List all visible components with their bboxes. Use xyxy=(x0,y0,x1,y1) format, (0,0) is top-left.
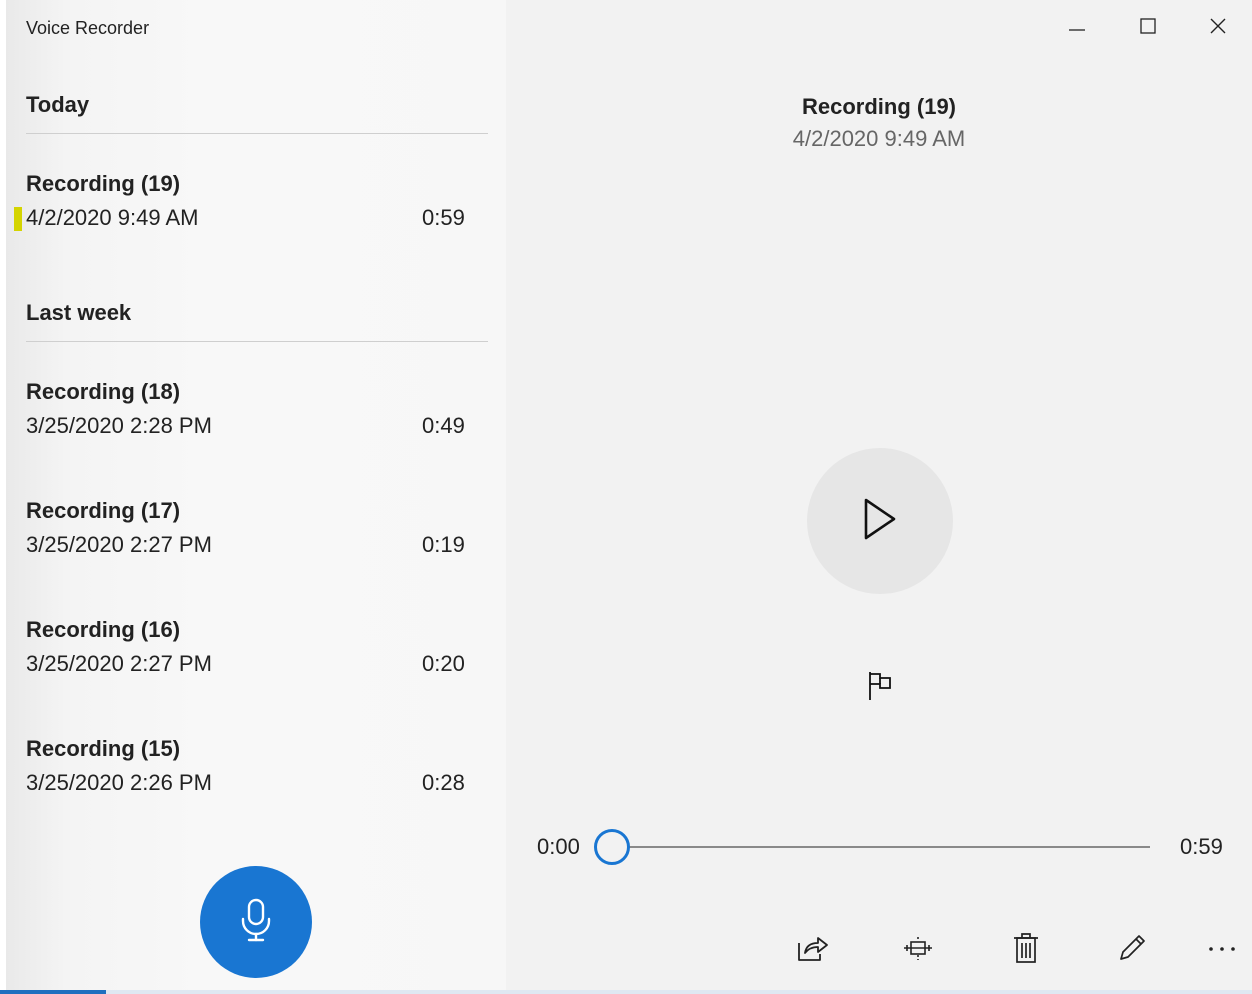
close-icon xyxy=(1209,17,1227,40)
playback-pane: Recording (19) 4/2/2020 9:49 AM 0:00 0:5 xyxy=(506,0,1252,990)
recording-date: 3/25/2020 2:28 PM xyxy=(26,413,212,438)
recording-list-item[interactable]: Recording (19) 4/2/2020 9:49 AM 0:59 xyxy=(6,171,506,261)
microphone-icon xyxy=(236,897,276,948)
share-button[interactable] xyxy=(789,926,837,974)
trim-button[interactable] xyxy=(894,926,942,974)
recording-duration: 0:59 xyxy=(422,205,465,230)
recordings-pane: Voice Recorder Today Recording (19) 4/2/… xyxy=(6,0,506,990)
recording-date: 4/2/2020 9:49 AM xyxy=(26,205,199,230)
group-header-last-week: Last week xyxy=(26,300,132,325)
minimize-button[interactable] xyxy=(1054,10,1100,46)
trim-icon xyxy=(901,933,935,968)
recording-list-item[interactable]: Recording (17) 3/25/2020 2:27 PM 0:19 xyxy=(6,498,506,588)
taskbar-accent xyxy=(0,990,106,994)
recording-name: Recording (18) xyxy=(26,379,181,404)
play-icon xyxy=(860,496,900,547)
recording-duration: 0:28 xyxy=(422,770,465,795)
maximize-icon xyxy=(1139,17,1157,40)
recording-duration: 0:20 xyxy=(422,651,465,676)
timeline-thumb[interactable] xyxy=(594,829,630,865)
recording-name: Recording (15) xyxy=(26,736,181,761)
recording-date: 3/25/2020 2:27 PM xyxy=(26,532,212,557)
recording-duration: 0:19 xyxy=(422,532,465,557)
app-title: Voice Recorder xyxy=(26,18,150,38)
delete-button[interactable] xyxy=(1002,926,1050,974)
recording-date: 3/25/2020 2:26 PM xyxy=(26,770,212,795)
group-header-today: Today xyxy=(26,92,90,117)
total-time: 0:59 xyxy=(1180,834,1223,859)
recording-date: 3/25/2020 2:27 PM xyxy=(26,651,212,676)
recording-date: 4/2/2020 9:49 AM xyxy=(792,126,966,151)
rename-button[interactable] xyxy=(1108,926,1156,974)
recording-name: Recording (16) xyxy=(26,617,181,642)
add-marker-button[interactable] xyxy=(862,668,898,708)
divider xyxy=(26,341,488,342)
recording-list-item[interactable]: Recording (15) 3/25/2020 2:26 PM 0:28 xyxy=(6,736,506,826)
minimize-icon xyxy=(1068,17,1086,40)
share-icon xyxy=(796,933,830,968)
record-button[interactable] xyxy=(200,866,312,978)
close-button[interactable] xyxy=(1195,10,1241,46)
recording-list-item[interactable]: Recording (18) 3/25/2020 2:28 PM 0:49 xyxy=(6,379,506,469)
recording-name: Recording (17) xyxy=(26,498,181,523)
current-time: 0:00 xyxy=(537,834,580,859)
recording-name: Recording (19) xyxy=(26,171,181,196)
recording-duration: 0:49 xyxy=(422,413,465,438)
taskbar-edge xyxy=(0,990,1252,994)
recording-title: Recording (19) xyxy=(801,94,957,119)
recording-list-item[interactable]: Recording (16) 3/25/2020 2:27 PM 0:20 xyxy=(6,617,506,707)
more-icon xyxy=(1206,941,1238,959)
divider xyxy=(26,133,488,134)
maximize-button[interactable] xyxy=(1125,10,1171,46)
play-button[interactable] xyxy=(807,448,953,594)
voice-recorder-window: Voice Recorder Today Recording (19) 4/2/… xyxy=(6,0,1252,990)
delete-icon xyxy=(1011,931,1041,970)
flag-icon xyxy=(866,670,894,707)
rename-icon xyxy=(1116,932,1148,969)
playback-timeline[interactable] xyxy=(612,846,1150,848)
more-options-button[interactable] xyxy=(1198,926,1246,974)
selected-indicator xyxy=(14,207,22,231)
